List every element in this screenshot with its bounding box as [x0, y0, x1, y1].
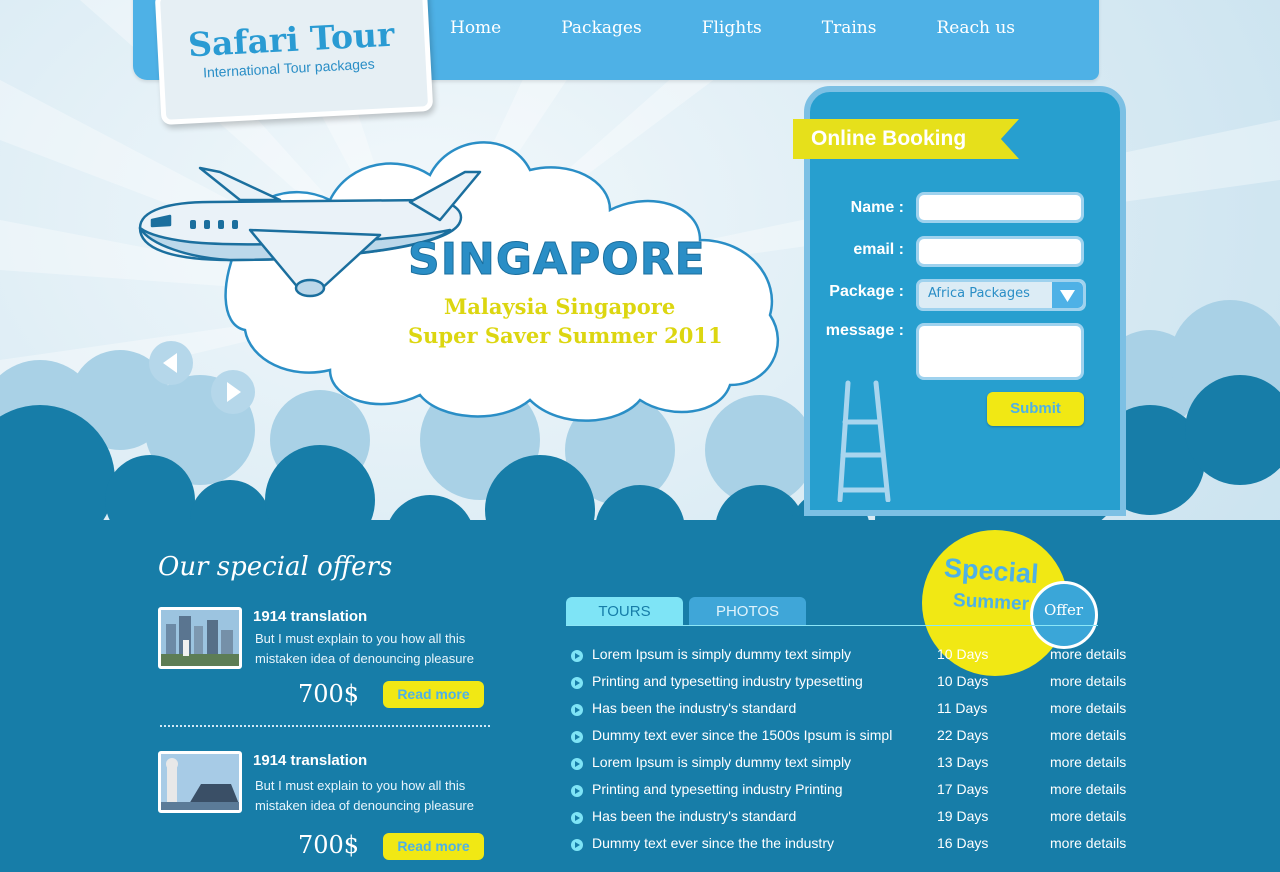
package-label: Package :: [829, 283, 904, 300]
tour-row: Dummy text ever since the 1500s Ipsum is…: [571, 727, 1131, 747]
more-details-link[interactable]: more details: [1050, 727, 1126, 743]
banner-line-1: Malaysia Singapore: [444, 294, 676, 319]
more-details-link[interactable]: more details: [1050, 673, 1126, 689]
nav-trains[interactable]: Trains: [822, 18, 877, 38]
tour-row: Lorem Ipsum is simply dummy text simply 1…: [571, 754, 1131, 774]
offers-title: Our special offers: [158, 552, 393, 582]
offer-divider: [160, 725, 490, 727]
more-details-link[interactable]: more details: [1050, 781, 1126, 797]
tour-days: 17 Days: [937, 781, 989, 797]
city-skyline-image: [161, 610, 239, 666]
offer-price: 700$: [298, 680, 360, 708]
offer-title[interactable]: 1914 translation: [253, 752, 367, 769]
message-field[interactable]: [916, 323, 1084, 380]
bullet-icon: [571, 704, 583, 716]
email-label: email :: [853, 241, 904, 258]
tour-row: Printing and typesetting industry typese…: [571, 673, 1131, 693]
bullet-icon: [571, 677, 583, 689]
tour-days: 10 Days: [937, 673, 989, 689]
submit-button[interactable]: Submit: [987, 392, 1084, 426]
more-details-link[interactable]: more details: [1050, 754, 1126, 770]
offer-title[interactable]: 1914 translation: [253, 608, 367, 625]
merlion-image: [161, 754, 239, 810]
more-details-link[interactable]: more details: [1050, 808, 1126, 824]
special-line-2: Summer: [952, 590, 1030, 615]
tour-name[interactable]: Has been the industry's standard: [592, 700, 892, 716]
tour-name[interactable]: Dummy text ever since the the industry: [592, 835, 892, 851]
tour-row: Dummy text ever since the the industry 16…: [571, 835, 1131, 855]
offer-thumbnail[interactable]: [158, 751, 242, 813]
bullet-icon: [571, 650, 583, 662]
tab-underline: [566, 625, 1098, 626]
chevron-down-icon: [1060, 290, 1075, 302]
tour-row: Has been the industry's standard 11 Days m…: [571, 700, 1131, 720]
banner-title: SINGAPORE: [408, 234, 706, 286]
main-nav: Home Packages Flights Trains Reach us: [420, 18, 1045, 38]
tab-photos[interactable]: PHOTOS: [689, 597, 806, 626]
more-details-link[interactable]: more details: [1050, 646, 1126, 662]
tour-row: Printing and typesetting industry Printi…: [571, 781, 1131, 801]
tour-name[interactable]: Lorem Ipsum is simply dummy text simply: [592, 646, 892, 662]
tour-days: 13 Days: [937, 754, 989, 770]
tour-days: 16 Days: [937, 835, 989, 851]
booking-title: Online Booking: [811, 127, 967, 150]
tour-days: 10 Days: [937, 646, 989, 662]
tour-days: 11 Days: [937, 700, 988, 716]
tour-name[interactable]: Dummy text ever since the 1500s Ipsum is…: [592, 727, 892, 743]
nav-packages[interactable]: Packages: [561, 18, 641, 38]
read-more-button[interactable]: Read more: [383, 833, 484, 860]
arrow-right-icon: [227, 382, 241, 402]
name-label: Name :: [850, 199, 904, 216]
more-details-link[interactable]: more details: [1050, 835, 1126, 851]
tour-name[interactable]: Lorem Ipsum is simply dummy text simply: [592, 754, 892, 770]
bullet-icon: [571, 731, 583, 743]
read-more-button[interactable]: Read more: [383, 681, 484, 708]
bullet-icon: [571, 812, 583, 824]
offer-price: 700$: [298, 831, 360, 859]
more-details-link[interactable]: more details: [1050, 700, 1126, 716]
arrow-left-icon: [163, 353, 177, 373]
prev-arrow-button[interactable]: [149, 341, 193, 385]
dropdown-button[interactable]: [1052, 282, 1083, 308]
bullet-icon: [571, 839, 583, 851]
nav-home[interactable]: Home: [450, 18, 501, 38]
name-field[interactable]: [916, 192, 1084, 223]
tour-name[interactable]: Printing and typesetting industry typese…: [592, 673, 892, 689]
message-label: message :: [825, 322, 904, 339]
offer-thumbnail[interactable]: [158, 607, 242, 669]
bullet-icon: [571, 758, 583, 770]
next-arrow-button[interactable]: [211, 370, 255, 414]
tab-tours[interactable]: TOURS: [566, 597, 683, 626]
tour-days: 22 Days: [937, 727, 989, 743]
nav-flights[interactable]: Flights: [702, 18, 762, 38]
offer-description: But I must explain to you how all this m…: [255, 631, 474, 666]
tour-name[interactable]: Printing and typesetting industry Printi…: [592, 781, 892, 797]
bullet-icon: [571, 785, 583, 797]
tour-days: 19 Days: [937, 808, 989, 824]
nav-reach-us[interactable]: Reach us: [936, 18, 1015, 38]
offer-description: But I must explain to you how all this m…: [255, 778, 474, 813]
offer-badge-label: Offer: [1044, 601, 1084, 619]
banner-line-2: Super Saver Summer 2011: [408, 323, 723, 348]
tour-row: Lorem Ipsum is simply dummy text simply 1…: [571, 646, 1131, 666]
tour-name[interactable]: Has been the industry's standard: [592, 808, 892, 824]
tour-row: Has been the industry's standard 19 Days m…: [571, 808, 1131, 828]
package-select-value: Africa Packages: [928, 286, 1030, 301]
ladder-icon: [837, 380, 891, 502]
special-line-1: Special: [943, 552, 1040, 590]
email-field[interactable]: [916, 236, 1084, 267]
